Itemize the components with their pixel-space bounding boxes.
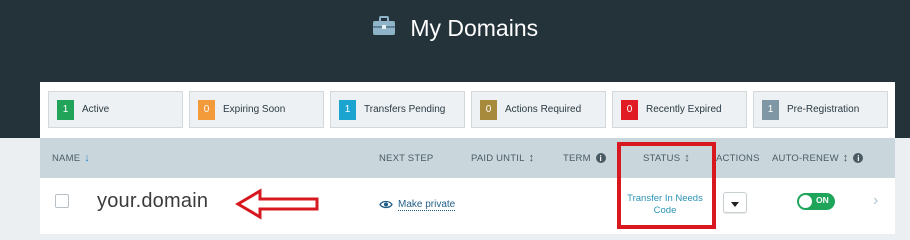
filter-actions-required[interactable]: 0 Actions Required [471, 91, 606, 128]
row-checkbox[interactable] [55, 194, 69, 208]
table-header: NAME ↓ NEXT STEP PAID UNTIL ↕ TERM i STA… [40, 138, 895, 178]
eye-icon [379, 196, 393, 214]
table-row[interactable]: your.domain Make private Transfer In Nee… [40, 178, 895, 228]
make-private-label: Make private [398, 199, 456, 211]
info-icon[interactable]: i [853, 153, 864, 163]
caret-down-icon [731, 194, 739, 212]
count-badge: 1 [57, 99, 74, 120]
filter-label: Transfers Pending [364, 104, 446, 115]
filter-recently-expired[interactable]: 0 Recently Expired [612, 91, 747, 128]
auto-renew-toggle[interactable]: ON [797, 193, 835, 210]
column-auto-renew[interactable]: AUTO-RENEW ↕ i [772, 138, 864, 178]
status-highlight-box [617, 142, 716, 229]
actions-dropdown[interactable] [723, 192, 747, 213]
filter-label: Actions Required [505, 104, 582, 115]
make-private-link[interactable]: Make private [379, 196, 456, 214]
column-label: PAID UNTIL [471, 152, 525, 164]
filter-label: Recently Expired [646, 104, 722, 115]
column-paid-until[interactable]: PAID UNTIL ↕ [471, 138, 534, 178]
page-title: My Domains [410, 15, 539, 41]
filter-bar: 1 Active 0 Expiring Soon 1 Transfers Pen… [48, 91, 890, 129]
count-badge: 1 [339, 99, 356, 120]
filter-transfers-pending[interactable]: 1 Transfers Pending [330, 91, 465, 128]
title-wrap: My Domains [0, 15, 910, 42]
filter-expiring-soon[interactable]: 0 Expiring Soon [189, 91, 324, 128]
count-badge: 0 [621, 99, 638, 120]
filter-pre-registration[interactable]: 1 Pre-Registration [753, 91, 888, 128]
domains-panel: 1 Active 0 Expiring Soon 1 Transfers Pen… [40, 82, 895, 234]
column-label: AUTO-RENEW [772, 152, 839, 164]
filter-label: Expiring Soon [223, 104, 286, 115]
info-icon[interactable]: i [595, 153, 606, 163]
column-actions: ACTIONS [716, 138, 760, 178]
count-badge: 0 [198, 99, 215, 120]
column-label: ACTIONS [716, 152, 760, 164]
toggle-knob [799, 195, 812, 208]
red-arrow-icon [235, 188, 325, 225]
toggle-label: ON [816, 195, 829, 205]
sort-icon: ↕ [528, 152, 535, 164]
column-label: TERM [563, 152, 591, 164]
count-badge: 1 [762, 99, 779, 120]
domain-name[interactable]: your.domain [97, 190, 208, 213]
filter-label: Pre-Registration [787, 104, 860, 115]
briefcase-icon [372, 16, 396, 41]
count-badge: 0 [480, 99, 497, 120]
column-name[interactable]: NAME ↓ [52, 138, 90, 178]
filter-active[interactable]: 1 Active [48, 91, 183, 128]
sort-icon: ↕ [842, 152, 849, 164]
filter-label: Active [82, 104, 110, 115]
column-next-step: NEXT STEP [379, 138, 433, 178]
column-term: TERM i [563, 138, 606, 178]
column-label: NEXT STEP [379, 152, 434, 164]
column-label: NAME [52, 152, 81, 164]
sort-down-icon: ↓ [84, 152, 90, 164]
chevron-right-icon[interactable]: › [873, 192, 878, 210]
